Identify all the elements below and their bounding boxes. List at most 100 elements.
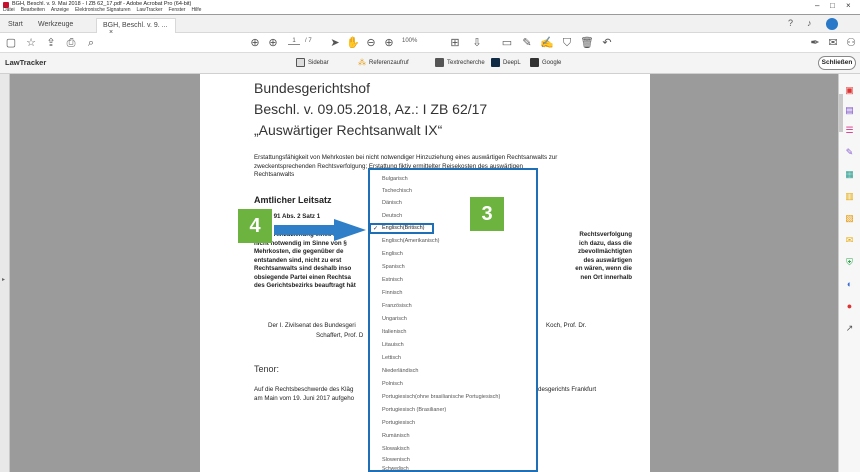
more-tools-icon[interactable]: ◐ [844,280,855,289]
help-icon[interactable]: ? [788,18,793,28]
redact-icon[interactable]: ● [844,302,855,311]
fit-page-icon[interactable]: ⊞ [448,36,462,50]
lang-option-ungarisch[interactable]: Ungarisch [382,316,407,322]
lang-option-englisch[interactable]: Englisch [382,251,403,257]
doc-senate-left2: Schaffert, Prof. D [316,332,364,339]
bookmark-star-icon[interactable]: ☆ [24,36,38,50]
doc-leitsatz-line: Mehrkosten, die gegenüber de [254,248,344,255]
scrollbar-thumb[interactable] [839,94,843,132]
menu-datei[interactable]: Datei [3,7,15,13]
doc-case: Beschl. v. 09.05.2018, Az.: I ZB 62/17 [254,101,488,117]
create-pdf-tool-icon[interactable]: ▤ [844,106,855,115]
menu-bearbeiten[interactable]: Bearbeiten [21,7,45,13]
organize-pages-icon[interactable]: ☰ [844,126,855,135]
reference-icon: ⁂ [358,58,366,67]
menu-fenster[interactable]: Fenster [168,7,185,13]
expand-pane-icon[interactable]: ▸ [2,276,5,283]
doc-tenor-title: Tenor: [254,364,280,374]
lang-option-estnisch[interactable]: Estnisch [382,277,403,283]
customize-icon[interactable]: ↗ [844,324,855,333]
fill-sign-icon[interactable]: ✒ [808,36,822,50]
pointer-arrow-icon [274,219,366,241]
hand-tool-icon[interactable]: ✋ [346,36,360,50]
step-badge-4: 4 [238,209,272,243]
scan-ocr-icon[interactable]: ▦ [844,170,855,179]
pen-icon[interactable]: ✎ [520,36,534,50]
upload-cloud-icon[interactable]: ⇪ [44,36,58,50]
page-up-icon[interactable]: ⊕ [248,36,262,50]
lang-option-slowenisch[interactable]: Slowenisch [382,457,410,463]
right-tools-panel: ▣ ▤ ☰ ✎ ▦ ▥ ▧ ✉ ⛨ ◐ ● ↗ [838,74,860,472]
bell-icon[interactable]: ♪ [807,18,812,28]
referenzaufruf-button[interactable]: ⁂ Referenzaufruf [358,58,409,67]
export-pdf-icon[interactable]: ▣ [844,86,855,95]
tab-document-label: BGH, Beschl. v. 9. ... [103,22,168,29]
navigation-pane-collapsed[interactable]: ▸ [0,74,10,472]
textrecherche-icon [435,58,444,67]
undo-icon[interactable]: ↶ [600,36,614,50]
lang-option-portugiesisch-ohne-br[interactable]: Portugiesisch(ohne brasilianische Portug… [382,394,500,400]
compress-icon[interactable]: ▥ [844,192,855,201]
lang-option-englisch-amerikanisch[interactable]: Englisch(Amerikanisch) [382,238,439,244]
tab-start[interactable]: Start [2,18,29,33]
lang-option-portugiesisch[interactable]: Portugiesisch [382,420,415,426]
lang-option-slowakisch[interactable]: Slowakisch [382,446,410,452]
comment-icon[interactable]: ▭ [500,36,514,50]
lang-option-italienisch[interactable]: Italienisch [382,329,406,335]
lang-option-finnisch[interactable]: Finnisch [382,290,402,296]
email-icon[interactable]: ✉ [826,36,840,50]
doc-tenor-right: desgerichts Frankfurt [538,386,597,393]
textrecherche-button[interactable]: Textrecherche [435,58,485,67]
doc-leitsatz-line: entstanden sind, nicht zu erst [254,256,342,264]
search-icon[interactable]: ⌕ [84,36,98,50]
lang-option-tschechisch[interactable]: Tschechisch [382,188,412,194]
share-icon[interactable]: ⚇ [844,36,858,50]
stamp-icon[interactable]: ⛉ [560,36,574,50]
select-cursor-icon[interactable]: ➤ [328,36,342,50]
protect-icon[interactable]: ⛨ [844,258,855,267]
menu-hilfe[interactable]: Hilfe [191,7,201,13]
close-lawtracker-button[interactable]: Schließen [818,56,856,70]
lang-option-spanisch[interactable]: Spanisch [382,264,405,270]
google-label: Google [542,59,562,66]
zoom-in-icon[interactable]: ⊕ [382,36,396,50]
tab-bar: Start Werkzeuge BGH, Beschl. v. 9. ... ×… [0,15,860,36]
menu-lawtracker[interactable]: LawTracker [137,7,163,13]
lang-option-polnisch[interactable]: Polnisch [382,381,403,387]
lang-option-litauisch[interactable]: Litauisch [382,342,404,348]
lang-option-franzoesisch[interactable]: Französisch [382,303,412,309]
page-down-icon[interactable]: ⊕ [266,36,280,50]
sign-icon[interactable]: ✍ [540,36,554,50]
tab-document[interactable]: BGH, Beschl. v. 9. ... × [96,18,176,36]
menu-anzeige[interactable]: Anzeige [51,7,69,13]
deepl-button[interactable]: DeepL [491,58,521,67]
fill-sign-tool-icon[interactable]: ✉ [844,236,855,245]
account-icon[interactable] [826,18,838,30]
doc-leitsatz-line: zbevollmächtigten [578,248,632,255]
tab-werkzeuge[interactable]: Werkzeuge [32,18,79,33]
zoom-level-dropdown[interactable]: 100% [402,38,417,44]
google-button[interactable]: Google [530,58,561,67]
lang-option-lettisch[interactable]: Lettisch [382,355,401,361]
menu-elektronische-signaturen[interactable]: Elektronische Signaturen [75,7,131,13]
zoom-out-icon[interactable]: ⊖ [364,36,378,50]
selected-language-highlight [369,223,434,234]
lang-option-deutsch[interactable]: Deutsch [382,213,402,219]
edit-pdf-icon[interactable]: ✎ [844,148,855,157]
create-pdf-icon[interactable]: ▢ [4,36,18,50]
lang-option-daenisch[interactable]: Dänisch [382,200,402,206]
lang-option-rumaenisch[interactable]: Rumänisch [382,433,410,439]
print-icon[interactable]: ⎙ [64,36,78,50]
scroll-mode-icon[interactable]: ⇩ [470,36,484,50]
delete-icon[interactable]: 🗑 [580,36,594,50]
textrecherche-label: Textrecherche [447,59,485,66]
lang-option-niederlaendisch[interactable]: Niederländisch [382,368,418,374]
page-number-input[interactable]: 1 [288,38,300,45]
sidebar-button[interactable]: Sidebar [296,58,329,67]
lang-option-bulgarisch[interactable]: Bulgarisch [382,176,408,182]
sidebar-icon [296,58,305,67]
lang-option-schwedisch[interactable]: Schwedisch [382,466,409,472]
doc-leitsatz-line: des Gerichtsbezirks beauftragt hät [254,282,356,289]
comment-tool-icon[interactable]: ▧ [844,214,855,223]
lang-option-portugiesisch-brasilianer[interactable]: Portugiesisch (Brasilianer) [382,407,446,413]
